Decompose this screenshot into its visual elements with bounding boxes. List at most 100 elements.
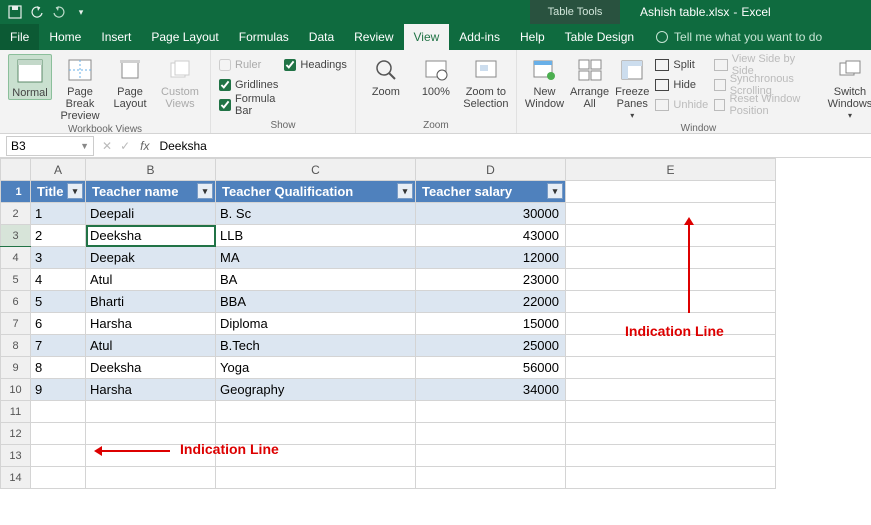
page-break-preview-button[interactable]: Page Break Preview [58,54,102,122]
cell-selected[interactable]: Deeksha [86,225,216,247]
row-header[interactable]: 14 [1,467,31,489]
cell[interactable]: Deepak [86,247,216,269]
cell[interactable]: Bharti [86,291,216,313]
cell[interactable]: 30000 [416,203,566,225]
cell[interactable] [416,445,566,467]
cell[interactable] [416,401,566,423]
cell[interactable] [566,335,776,357]
filter-button[interactable] [397,183,413,199]
reset-window-button[interactable]: Reset Window Position [714,96,816,114]
cell[interactable] [216,423,416,445]
fx-icon[interactable]: fx [140,139,149,153]
col-header-A[interactable]: A [31,159,86,181]
cell[interactable]: 22000 [416,291,566,313]
table-header-name[interactable]: Teacher name [86,181,216,203]
row-header[interactable]: 4 [1,247,31,269]
freeze-panes-button[interactable]: Freeze Panes ▾ [615,54,649,121]
cell[interactable] [31,423,86,445]
cell[interactable] [416,423,566,445]
worksheet-grid[interactable]: A B C D E 1 Title Teacher name Teacher Q… [0,158,871,489]
tab-page-layout[interactable]: Page Layout [141,24,228,50]
filter-button[interactable] [67,183,83,199]
cell[interactable]: BBA [216,291,416,313]
cell[interactable]: Atul [86,269,216,291]
cell[interactable]: 23000 [416,269,566,291]
cell[interactable] [566,445,776,467]
cell[interactable] [86,445,216,467]
cell[interactable] [566,379,776,401]
cell[interactable] [31,467,86,489]
cell[interactable] [86,467,216,489]
filter-button[interactable] [547,183,563,199]
select-all-corner[interactable] [1,159,31,181]
row-header[interactable]: 12 [1,423,31,445]
table-header-qualification[interactable]: Teacher Qualification [216,181,416,203]
cell[interactable] [31,445,86,467]
tab-table-design[interactable]: Table Design [555,24,644,50]
row-header[interactable]: 3 [1,225,31,247]
row-header[interactable]: 9 [1,357,31,379]
hide-button[interactable]: Hide [655,76,708,94]
cell[interactable]: 34000 [416,379,566,401]
cell[interactable] [566,467,776,489]
tab-file[interactable]: File [0,24,39,50]
cell[interactable]: 9 [31,379,86,401]
cell[interactable]: B. Sc [216,203,416,225]
arrange-all-button[interactable]: Arrange All [570,54,609,110]
cell[interactable] [86,401,216,423]
save-icon[interactable] [6,3,24,21]
cell[interactable] [216,401,416,423]
zoom-100-button[interactable]: 100% [414,54,458,98]
row-header[interactable]: 5 [1,269,31,291]
cell[interactable] [566,247,776,269]
cell[interactable] [216,467,416,489]
zoom-button[interactable]: Zoom [364,54,408,98]
new-window-button[interactable]: New Window [525,54,564,110]
zoom-to-selection-button[interactable]: Zoom to Selection [464,54,508,110]
cell[interactable]: 8 [31,357,86,379]
tab-help[interactable]: Help [510,24,555,50]
cell[interactable]: 7 [31,335,86,357]
cell[interactable]: B.Tech [216,335,416,357]
row-header[interactable]: 13 [1,445,31,467]
cell[interactable]: 3 [31,247,86,269]
row-header[interactable]: 6 [1,291,31,313]
col-header-E[interactable]: E [566,159,776,181]
cell[interactable]: Harsha [86,379,216,401]
tab-addins[interactable]: Add-ins [449,24,510,50]
cell[interactable] [566,423,776,445]
cell[interactable]: Harsha [86,313,216,335]
cell[interactable]: 56000 [416,357,566,379]
cell[interactable]: LLB [216,225,416,247]
filter-button[interactable] [197,183,213,199]
row-header[interactable]: 2 [1,203,31,225]
cell[interactable]: 25000 [416,335,566,357]
sync-scroll-button[interactable]: Synchronous Scrolling [714,76,816,94]
cell[interactable]: 15000 [416,313,566,335]
page-layout-button[interactable]: Page Layout [108,54,152,110]
cell[interactable] [566,401,776,423]
custom-views-button[interactable]: Custom Views [158,54,202,110]
tab-home[interactable]: Home [39,24,91,50]
cell[interactable] [566,203,776,225]
cell[interactable]: Deeksha [86,357,216,379]
split-button[interactable]: Split [655,56,708,74]
gridlines-checkbox[interactable]: Gridlines [219,76,278,94]
name-box[interactable]: B3 ▼ [6,136,94,156]
cell[interactable]: BA [216,269,416,291]
cell[interactable]: Deepali [86,203,216,225]
table-header-title[interactable]: Title [31,181,86,203]
cell[interactable] [566,269,776,291]
cell[interactable] [31,401,86,423]
cell[interactable]: 6 [31,313,86,335]
row-header[interactable]: 1 [1,181,31,203]
view-side-by-side-button[interactable]: View Side by Side [714,56,816,74]
ruler-checkbox[interactable]: Ruler [219,56,278,74]
cell[interactable] [416,467,566,489]
cancel-icon[interactable]: ✕ [102,139,112,153]
cell[interactable]: Atul [86,335,216,357]
tab-review[interactable]: Review [344,24,403,50]
cell[interactable] [566,291,776,313]
cell[interactable]: 4 [31,269,86,291]
tab-insert[interactable]: Insert [91,24,141,50]
